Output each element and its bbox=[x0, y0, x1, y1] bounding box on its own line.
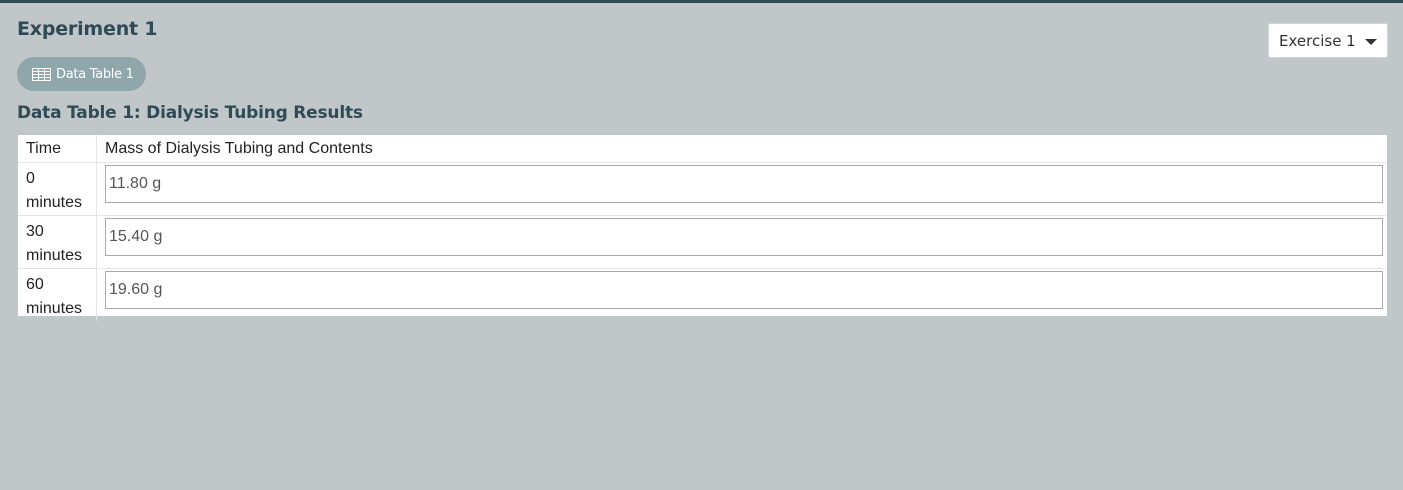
table-row: 30 minutes bbox=[18, 215, 1387, 268]
table-row: 0 minutes bbox=[18, 162, 1387, 215]
mass-input[interactable] bbox=[105, 270, 1383, 309]
caret-down-icon bbox=[1365, 39, 1377, 45]
data-table-container: Time Mass of Dialysis Tubing and Content… bbox=[18, 135, 1387, 321]
tab-label: Data Table 1 bbox=[56, 66, 134, 82]
mass-cell bbox=[97, 215, 1388, 268]
table-header-row: Time Mass of Dialysis Tubing and Content… bbox=[18, 135, 1387, 163]
time-cell: 30 minutes bbox=[18, 215, 97, 268]
time-cell: 0 minutes bbox=[18, 162, 97, 215]
data-table: Time Mass of Dialysis Tubing and Content… bbox=[18, 135, 1387, 321]
mass-cell bbox=[97, 162, 1388, 215]
exercise-select-value: Exercise 1 bbox=[1279, 31, 1356, 50]
mass-input[interactable] bbox=[105, 217, 1383, 256]
section-title: Data Table 1: Dialysis Tubing Results bbox=[17, 103, 363, 123]
table-row: 60 minutes bbox=[18, 268, 1387, 321]
mass-input[interactable] bbox=[105, 164, 1383, 203]
page-title: Experiment 1 bbox=[17, 18, 158, 40]
top-accent-bar bbox=[0, 0, 1403, 3]
column-header-mass: Mass of Dialysis Tubing and Contents bbox=[96, 135, 1387, 163]
time-cell: 60 minutes bbox=[18, 268, 97, 321]
exercise-select[interactable]: Exercise 1 bbox=[1268, 23, 1388, 58]
table-icon bbox=[32, 67, 51, 81]
tab-data-table-1[interactable]: Data Table 1 bbox=[17, 57, 146, 91]
mass-cell bbox=[97, 268, 1388, 321]
column-header-time: Time bbox=[18, 135, 97, 163]
